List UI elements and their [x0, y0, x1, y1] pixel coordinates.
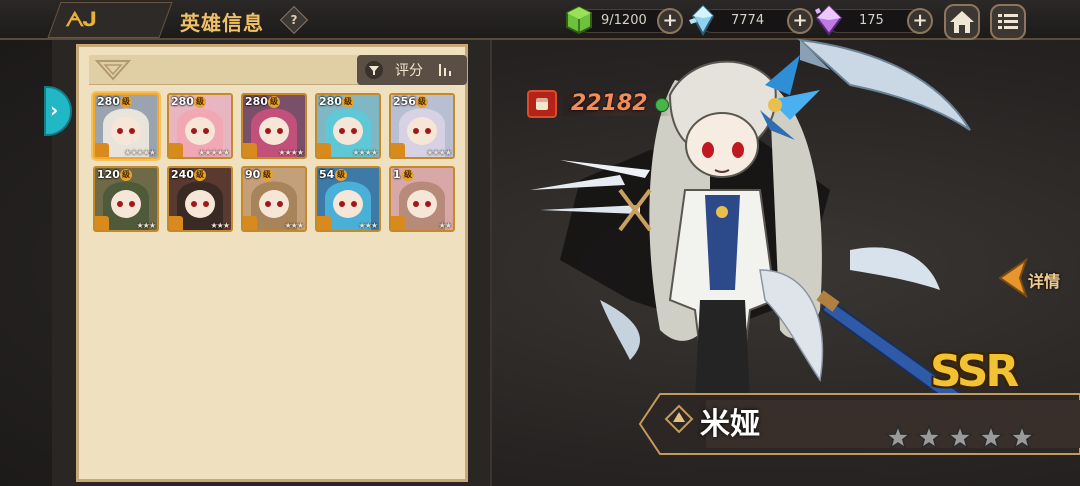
power-status-icon — [655, 98, 669, 112]
hero-card[interactable]: 90 级 ★★★ — [241, 166, 307, 232]
class-icon — [169, 216, 183, 230]
level-suffix: 级 — [342, 96, 354, 108]
hero-level: 256 — [393, 95, 416, 108]
hero-card[interactable]: 280 级 ★★★★ — [241, 93, 307, 159]
class-icon — [391, 216, 405, 230]
level-suffix: 级 — [335, 169, 347, 181]
sort-by-rating-button[interactable]: 评分 — [357, 55, 467, 85]
page-title: 英雄信息 — [180, 11, 264, 35]
class-icon — [391, 143, 405, 157]
level-suffix: 级 — [402, 169, 414, 181]
chevron-right-icon: › — [50, 98, 59, 122]
class-icon — [95, 143, 109, 157]
star-icon — [1008, 424, 1036, 450]
hero-stars: ★★★ — [358, 221, 377, 230]
hero-list-panel: 评分 280 级 ★★★★★ 280 级 ★★★★★ 280 级 ★★★★ 280 级 ★★★★ 256… — [76, 44, 468, 482]
star-icon — [977, 424, 1005, 450]
hero-stars: ★★★★ — [278, 148, 304, 157]
combat-power: 22182 — [527, 90, 677, 118]
filter-icon — [365, 61, 383, 79]
hero-name: 米娅 — [700, 407, 760, 442]
level-suffix: 级 — [120, 96, 132, 108]
hero-card[interactable]: 280 级 ★★★★★ — [93, 93, 159, 159]
hero-stars: ★★ — [438, 221, 452, 230]
details-button[interactable]: 详情 — [996, 256, 1070, 300]
hero-level: 120 — [97, 168, 120, 181]
back-button[interactable]: ᗅᒍ — [47, 2, 173, 38]
level-suffix: 级 — [194, 169, 206, 181]
mage-class-icon — [664, 404, 694, 434]
hero-level: 280 — [171, 95, 194, 108]
star-icon — [946, 424, 974, 450]
hero-stars: ★★★ — [284, 221, 303, 230]
hero-card[interactable]: 280 级 ★★★★★ — [167, 93, 233, 159]
hero-stars: ★★★★ — [352, 148, 378, 157]
panel-header: 评分 — [89, 55, 467, 85]
hero-level: 54 — [319, 168, 335, 181]
hero-card[interactable]: 120 级 ★★★ — [93, 166, 159, 232]
hero-card[interactable]: 1 级 ★★ — [389, 166, 455, 232]
class-icon — [169, 143, 183, 157]
hero-card[interactable]: 256 级 ★★★★ — [389, 93, 455, 159]
level-suffix: 级 — [416, 96, 428, 108]
star-icon — [915, 424, 943, 450]
class-icon — [317, 143, 331, 157]
help-icon[interactable]: ? — [279, 5, 309, 35]
power-value: 22182 — [571, 91, 648, 116]
star-icon — [884, 424, 912, 450]
triangle-ornament-icon — [94, 60, 132, 81]
help-glyph: ? — [290, 13, 298, 27]
class-icon — [243, 216, 257, 230]
class-icon — [317, 216, 331, 230]
hero-level: 90 — [245, 168, 261, 181]
hero-level: 280 — [97, 95, 120, 108]
hero-card[interactable]: 240 级 ★★★ — [167, 166, 233, 232]
hero-stars: ★★★★★ — [124, 148, 156, 157]
game-logo: ᗅᒍ — [65, 7, 96, 31]
fist-icon — [527, 90, 557, 118]
hero-stars: ★★★★★ — [198, 148, 230, 157]
class-icon — [243, 143, 257, 157]
class-icon — [95, 216, 109, 230]
level-suffix: 级 — [194, 96, 206, 108]
hero-star-rating — [884, 424, 1036, 450]
game-screen: ᗅᒍ 英雄信息 ? 9/1200 + 7774 + 175 + › 评分 280… — [0, 0, 1080, 486]
hero-level: 280 — [319, 95, 342, 108]
arrow-left-icon — [998, 257, 1028, 299]
sort-label: 评分 — [395, 63, 423, 79]
details-label: 详情 — [1028, 272, 1061, 291]
hero-stars: ★★★ — [136, 221, 155, 230]
sort-bars-icon — [439, 64, 451, 76]
hero-stars: ★★★ — [210, 221, 229, 230]
hero-level: 1 — [393, 168, 401, 181]
hero-stars: ★★★★ — [426, 148, 452, 157]
hero-level: 280 — [245, 95, 268, 108]
level-suffix: 级 — [120, 169, 132, 181]
level-suffix: 级 — [261, 169, 273, 181]
hero-card[interactable]: 54 级 ★★★ — [315, 166, 381, 232]
level-suffix: 级 — [268, 96, 280, 108]
hero-level: 240 — [171, 168, 194, 181]
hero-card[interactable]: 280 级 ★★★★ — [315, 93, 381, 159]
